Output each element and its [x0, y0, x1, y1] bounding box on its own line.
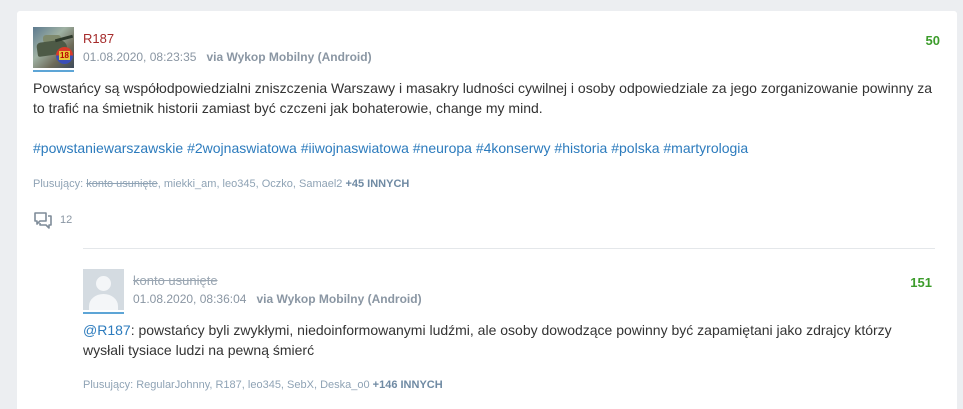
tag-link[interactable]: #powstaniewarszawskie [33, 140, 183, 156]
voters-more[interactable]: +45 INNYCH [345, 178, 409, 190]
voters-list[interactable]: , miekki_am, leo345, Oczko, Samael2 [158, 178, 343, 190]
post-via[interactable]: via Wykop Mobilny (Android) [206, 50, 371, 64]
reply-voters: Plusujący: RegularJohnny, R187, leo345, … [83, 379, 443, 391]
reply-username: konto usunięte [133, 273, 218, 288]
voter-deleted: konto usunięte [86, 178, 158, 190]
post-tags: #powstaniewarszawskie #2wojnaswiatowa #i… [33, 138, 933, 158]
post-meta: 01.08.2020, 08:23:35 via Wykop Mobilny (… [83, 50, 372, 64]
reply-timestamp[interactable]: 01.08.2020, 08:36:04 [133, 292, 246, 306]
reply-text: : powstańcy byli zwykłymi, niedoinformow… [83, 322, 892, 358]
reply-voters-label: Plusujący: [83, 379, 134, 391]
entry-card: 18 R187 01.08.2020, 08:23:35 via Wykop M… [17, 11, 957, 409]
post-voters: Plusujący: konto usunięte, miekki_am, le… [33, 178, 409, 190]
comments-icon [34, 212, 52, 229]
comments-toggle[interactable]: 12 [33, 210, 72, 230]
tag-link[interactable]: #polska [611, 140, 659, 156]
comments-divider [83, 248, 935, 249]
tag-link[interactable]: #2wojnaswiatowa [187, 140, 297, 156]
reply-meta: 01.08.2020, 08:36:04 via Wykop Mobilny (… [133, 292, 422, 306]
tag-link[interactable]: #historia [554, 140, 607, 156]
voters-label: Plusujący: [33, 178, 84, 190]
comments-count: 12 [60, 214, 73, 226]
tag-link[interactable]: #iiwojnaswiatowa [301, 140, 409, 156]
reply-avatar[interactable] [83, 269, 124, 314]
reply-body: @R187: powstańcy byli zwykłymi, niedoinf… [83, 320, 933, 360]
reply-via[interactable]: via Wykop Mobilny (Android) [256, 292, 421, 306]
tag-link[interactable]: #martyrologia [663, 140, 748, 156]
reply-mention[interactable]: @R187 [83, 322, 131, 338]
post-body: Powstańcy są współodpowiedzialni zniszcz… [33, 80, 933, 116]
tag-link[interactable]: #neuropa [413, 140, 472, 156]
tag-link[interactable]: #4konserwy [476, 140, 551, 156]
reply-vote-count[interactable]: 151 [910, 275, 932, 290]
reply-voters-more[interactable]: +146 INNYCH [373, 379, 443, 391]
post-timestamp[interactable]: 01.08.2020, 08:23:35 [83, 50, 196, 64]
reply-voters-list[interactable]: RegularJohnny, R187, leo345, SebX, Deska… [136, 379, 369, 391]
post-vote-count[interactable]: 50 [926, 33, 940, 48]
author-username[interactable]: R187 [83, 31, 114, 46]
author-avatar[interactable]: 18 [33, 27, 74, 72]
